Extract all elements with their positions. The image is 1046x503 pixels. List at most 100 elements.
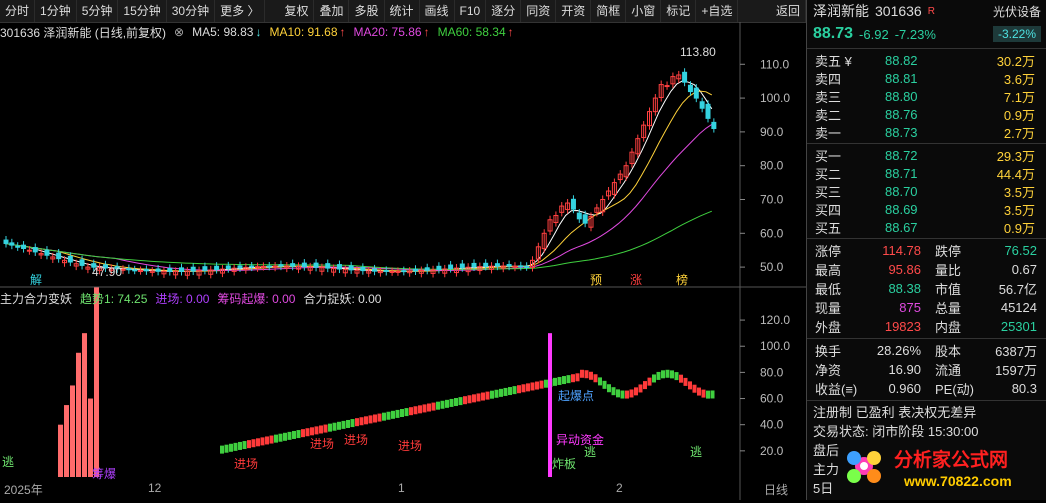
candle-body: [494, 263, 500, 267]
period-label[interactable]: 日线: [764, 481, 788, 498]
trend-bar: [436, 401, 440, 410]
candle-body: [260, 265, 266, 268]
trend-bar: [440, 400, 445, 409]
trend-bar: [697, 387, 701, 396]
trend-bar: [292, 430, 296, 439]
candle-body: [524, 265, 530, 268]
level-label: 买四: [815, 202, 842, 218]
signal-bar: [94, 287, 99, 477]
chart-annotation: 进场: [234, 457, 258, 471]
order-book-row[interactable]: 卖五 ¥ 88.82 30.2万: [811, 51, 1043, 69]
y-tick-label: 70.0: [760, 192, 784, 206]
toolbar-button[interactable]: 1分钟: [35, 0, 77, 22]
stats-row: 外盘 19823 内盘 25301: [807, 317, 1046, 336]
order-book-row[interactable]: 卖一 88.73 2.7万: [811, 123, 1043, 141]
ma5-label: MA5: 98.83: [192, 25, 254, 39]
stat-value: 0.67: [1011, 262, 1037, 277]
trend-bar: [458, 397, 463, 406]
toolbar-button[interactable]: 返回: [771, 0, 806, 22]
toolbar-button[interactable]: 5分钟: [77, 0, 119, 22]
trend-bar: [557, 376, 562, 385]
stats-row: 涨停 114.78 跌停 76.52: [807, 241, 1046, 260]
candle-body: [664, 85, 670, 88]
toolbar-button[interactable]: 开资: [556, 0, 592, 22]
toolbar-button[interactable]: 简框: [591, 0, 627, 22]
order-book-row[interactable]: 卖二 88.76 0.9万: [811, 105, 1043, 123]
candle-body: [448, 264, 454, 270]
toolbar-button[interactable]: 逐分: [486, 0, 522, 22]
stat-value: 80.3: [1011, 381, 1037, 396]
candle-body: [278, 264, 284, 267]
trend-bar: [620, 390, 625, 399]
candle-body: [138, 270, 144, 273]
trend-bar: [350, 419, 355, 428]
chart-annotation: 逃: [584, 445, 596, 459]
y-tick-label: 80.0: [760, 159, 784, 173]
candle-body: [570, 198, 576, 210]
signal-bar: [58, 424, 63, 477]
toolbar-button[interactable]: 同资: [521, 0, 557, 22]
order-book-row[interactable]: 买五 88.67 0.9万: [811, 218, 1043, 236]
toolbar-button[interactable]: 15分钟: [118, 0, 167, 22]
sector-name[interactable]: 光伏设备: [993, 3, 1041, 20]
y-tick-label: 60.0: [760, 226, 784, 240]
trend-bar: [337, 421, 341, 430]
trend-bar: [233, 442, 238, 451]
trend-bar: [661, 370, 665, 379]
order-book-row[interactable]: 卖三 88.80 7.1万: [811, 87, 1043, 105]
trend-bar: [593, 374, 598, 383]
toolbar-button[interactable]: 小窗: [626, 0, 662, 22]
trend-bar: [512, 386, 517, 395]
toolbar-button[interactable]: 30分钟: [167, 0, 216, 22]
date-label: 1: [398, 481, 405, 495]
chart-area[interactable]: 110.0 100.0 90.0 80.0 70.0 60.0 50.0 120.0 100.0…: [0, 22, 806, 500]
level-volume: 3.5万: [1003, 202, 1035, 218]
stock-title-row: 泽润新能 301636 R 光伏设备: [807, 0, 1046, 22]
y-tick-label: 40.0: [760, 418, 784, 432]
chevron-down-icon[interactable]: ⊗: [174, 25, 184, 39]
trend-bar: [332, 422, 337, 431]
candle-body: [167, 267, 173, 272]
order-book-row[interactable]: 买二 88.71 44.4万: [811, 164, 1043, 182]
ma-line: [3, 123, 713, 271]
stat-value: 6387万: [995, 344, 1037, 359]
trend-bar: [386, 411, 391, 420]
stat-key: PE(动): [935, 382, 975, 397]
order-book-row[interactable]: 买四 88.69 3.5万: [811, 200, 1043, 218]
order-book-row[interactable]: 买一 88.72 29.3万: [811, 146, 1043, 164]
stock-code: 301636: [875, 3, 922, 19]
order-book-row[interactable]: 买三 88.70 3.5万: [811, 182, 1043, 200]
toolbar-button[interactable]: F10: [455, 0, 487, 22]
trend-bar: [346, 419, 350, 428]
trend-bar: [485, 391, 490, 400]
toolbar-button[interactable]: 统计: [385, 0, 420, 22]
level-price: 88.72: [885, 147, 918, 163]
toolbar-button[interactable]: 复权: [279, 0, 315, 22]
candle-body: [705, 103, 711, 119]
candle-body: [436, 265, 442, 270]
toolbar-button[interactable]: 叠加: [314, 0, 350, 22]
signal-bar: [88, 398, 93, 477]
trend-bar: [535, 381, 539, 390]
kline-chart[interactable]: 110.0100.090.080.070.060.050.0120.0100.0…: [0, 22, 806, 500]
toolbar-button[interactable]: 画线: [420, 0, 455, 22]
stat-key: 总量: [935, 301, 962, 316]
chart-annotation: 47.90: [92, 265, 122, 279]
chart-annotation: 113.80: [680, 45, 716, 59]
level-label: 买五: [815, 220, 842, 236]
stat-key: 跌停: [935, 244, 962, 259]
stat-value: 19823: [884, 319, 921, 334]
toolbar-button[interactable]: 分时: [0, 0, 36, 22]
trend-bar: [274, 434, 278, 443]
trend-bar: [584, 370, 589, 379]
candle-body: [336, 264, 342, 270]
catch-label: 合力捉妖: 0.00: [303, 291, 382, 306]
toolbar-button[interactable]: 更多 〉: [215, 0, 266, 22]
trend-bar: [638, 384, 643, 393]
ma-line: [3, 90, 713, 272]
order-book-row[interactable]: 卖四 88.81 3.6万: [811, 69, 1043, 87]
toolbar-button[interactable]: 多股: [349, 0, 385, 22]
toolbar-button[interactable]: 标记: [661, 0, 697, 22]
toolbar-button[interactable]: +自选: [696, 0, 739, 22]
trend-bar: [323, 424, 328, 433]
